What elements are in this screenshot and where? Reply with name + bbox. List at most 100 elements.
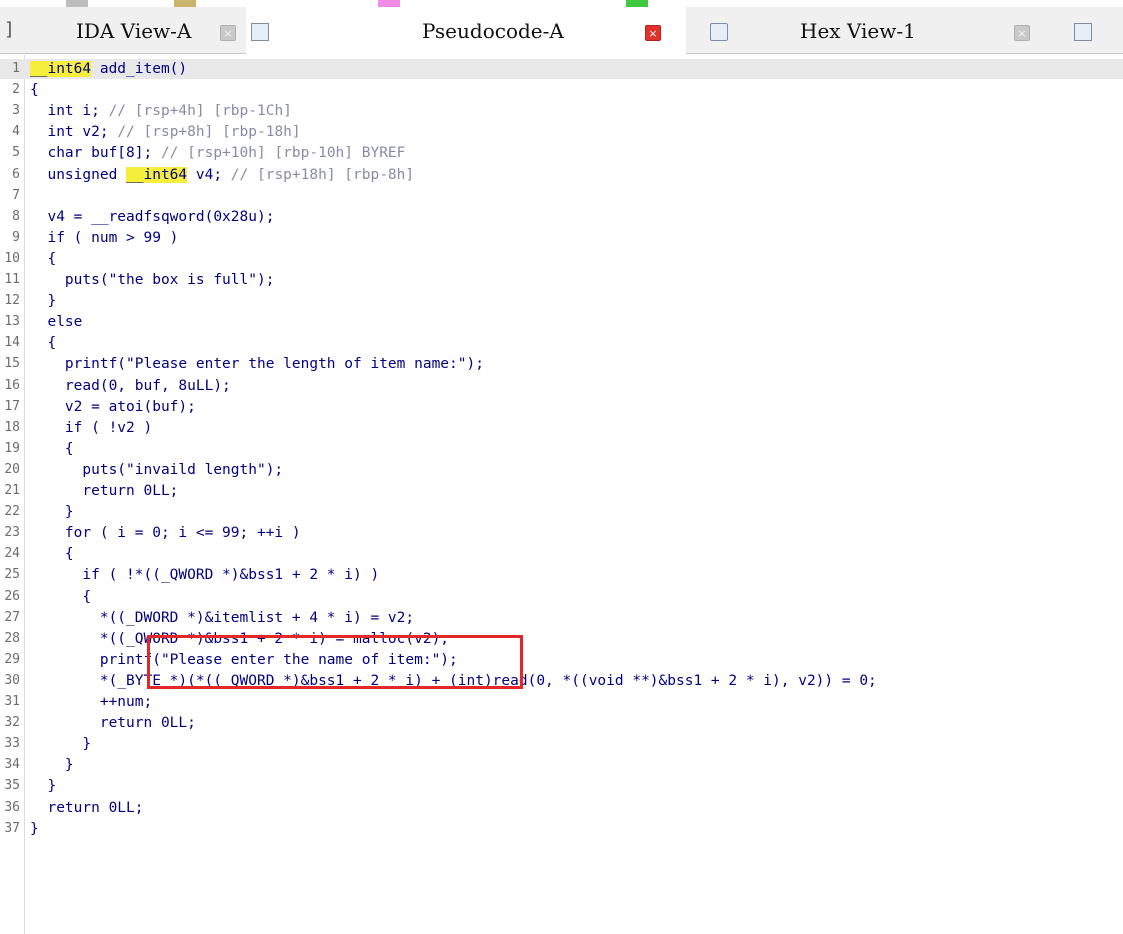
code-line[interactable]: 25 if ( !*((_QWORD *)&bss1 + 2 * i) ) <box>0 565 1123 585</box>
line-number: 22 <box>4 504 20 520</box>
line-number: 12 <box>4 293 20 309</box>
toolbar-swatch-pink <box>378 0 400 7</box>
tab-hex-view[interactable]: Hex View-1 × <box>700 7 1123 54</box>
tab-label: Pseudocode-A <box>422 19 564 43</box>
line-number: 29 <box>4 651 20 667</box>
code-line[interactable]: 11 puts("the box is full"); <box>0 270 1123 290</box>
line-number: 3 <box>12 103 20 119</box>
code-text: } <box>30 504 74 521</box>
code-line[interactable]: 26 { <box>0 587 1123 607</box>
code-text: if ( num > 99 ) <box>30 229 179 246</box>
code-line[interactable]: 4 int v2; // [rsp+8h] [rbp-18h] <box>0 122 1123 142</box>
line-number: 31 <box>4 694 20 709</box>
line-number: 26 <box>4 588 20 604</box>
code-line[interactable]: 33 } <box>0 734 1123 754</box>
line-number: 13 <box>4 314 20 330</box>
pseudocode-icon <box>251 23 269 41</box>
code-text: { <box>30 250 57 267</box>
line-number: 27 <box>4 609 20 625</box>
line-number: 2 <box>12 82 20 98</box>
line-number: 8 <box>12 208 20 224</box>
line-number: 16 <box>4 377 20 393</box>
code-line[interactable]: 3 int i; // [rsp+4h] [rbp-1Ch] <box>0 101 1123 121</box>
code-text: char buf[8]; // [rsp+10h] [rbp-10h] BYRE… <box>30 145 406 162</box>
code-line[interactable]: 19 { <box>0 439 1123 459</box>
close-icon[interactable]: × <box>220 25 236 41</box>
tab-label: Hex View-1 <box>800 19 916 43</box>
code-line[interactable]: 9 if ( num > 99 ) <box>0 228 1123 248</box>
code-text: *((_DWORD *)&itemlist + 4 * i) = v2; <box>30 609 415 626</box>
line-number: 18 <box>4 419 20 435</box>
code-text: read(0, buf, 8uLL); <box>30 377 231 394</box>
code-line[interactable]: 27 *((_DWORD *)&itemlist + 4 * i) = v2; <box>0 608 1123 628</box>
code-line[interactable]: 22 } <box>0 502 1123 522</box>
close-icon[interactable]: × <box>645 25 661 41</box>
code-line[interactable]: 7 <box>0 186 1123 206</box>
code-line[interactable]: 10 { <box>0 249 1123 269</box>
code-text: else <box>30 314 83 331</box>
code-text: { <box>30 546 74 563</box>
code-text: puts("the box is full"); <box>30 272 275 288</box>
code-line[interactable]: 2{ <box>0 80 1123 100</box>
pseudocode-pane[interactable]: 1 __int64 add_item() 2{3 int i; // [rsp+4h… <box>0 55 1123 934</box>
code-text: } <box>30 293 57 310</box>
code-line[interactable]: 32 return 0LL; <box>0 713 1123 733</box>
code-line[interactable]: 20 puts("invaild length"); <box>0 460 1123 480</box>
code-line[interactable]: 12 } <box>0 291 1123 311</box>
code-text: return 0LL; <box>30 483 179 499</box>
code-line[interactable]: 8 v4 = __readfsqword(0x28u); <box>0 207 1123 227</box>
code-line[interactable]: 23 for ( i = 0; i <= 99; ++i ) <box>0 523 1123 543</box>
code-line[interactable]: 31 ++num; <box>0 692 1123 712</box>
line-number: 1 <box>12 61 20 76</box>
code-line[interactable]: 24 { <box>0 544 1123 564</box>
toolbar-swatch-tan <box>174 0 196 7</box>
line-number: 24 <box>4 546 20 562</box>
toolbar-swatch-gray <box>66 0 88 7</box>
strings-view-icon[interactable] <box>1074 23 1092 41</box>
code-line[interactable]: 6 unsigned __int64 v4; // [rsp+18h] [rbp… <box>0 165 1123 185</box>
line-number: 36 <box>4 799 20 815</box>
code-line[interactable]: 37} <box>0 819 1123 839</box>
code-line[interactable]: 35 } <box>0 776 1123 796</box>
code-line[interactable]: 18 if ( !v2 ) <box>0 418 1123 438</box>
line-number: 20 <box>4 461 20 477</box>
code-line[interactable]: 5 char buf[8]; // [rsp+10h] [rbp-10h] BY… <box>0 143 1123 163</box>
code-text: { <box>30 82 39 99</box>
tab-bar: ] IDA View-A × Pseudocode-A × Hex View-1… <box>0 7 1123 54</box>
code-text: puts("invaild length"); <box>30 461 284 478</box>
line-number: 6 <box>12 166 20 182</box>
code-line[interactable]: 36 return 0LL; <box>0 798 1123 818</box>
code-text: ++num; <box>30 694 153 710</box>
line-number: 37 <box>4 820 20 836</box>
code-line[interactable]: 13 else <box>0 312 1123 332</box>
tab-pseudocode[interactable]: Pseudocode-A × <box>246 7 686 54</box>
line-number: 19 <box>4 440 20 456</box>
code-text: } <box>30 757 74 774</box>
toolbar-swatch-green <box>626 0 648 7</box>
line-number: 15 <box>4 356 20 372</box>
code-line[interactable]: 16 read(0, buf, 8uLL); <box>0 376 1123 396</box>
code-text: if ( !v2 ) <box>30 419 153 436</box>
code-text: int i; // [rsp+4h] [rbp-1Ch] <box>30 103 292 120</box>
line-number: 9 <box>12 229 20 245</box>
line-number: 32 <box>4 715 20 731</box>
code-line[interactable]: 1 __int64 add_item() <box>0 59 1123 79</box>
code-text: int v2; // [rsp+8h] [rbp-18h] <box>30 124 301 141</box>
toolbar-strip <box>0 0 1123 7</box>
line-number: 11 <box>4 272 20 287</box>
line-number: 23 <box>4 525 20 541</box>
tab-ida-view[interactable]: ] IDA View-A × <box>0 7 246 54</box>
line-number: 10 <box>4 250 20 266</box>
code-text: __int64 add_item() <box>30 61 188 77</box>
code-line[interactable]: 17 v2 = atoi(buf); <box>0 397 1123 417</box>
close-icon[interactable]: × <box>1014 25 1030 41</box>
code-line[interactable]: 14 { <box>0 333 1123 353</box>
annotation-highlight-box <box>147 635 523 689</box>
line-number: 17 <box>4 398 20 414</box>
line-number: 4 <box>12 124 20 140</box>
line-number: 30 <box>4 672 20 688</box>
code-line[interactable]: 34 } <box>0 755 1123 775</box>
code-text: } <box>30 820 39 837</box>
code-line[interactable]: 15 printf("Please enter the length of it… <box>0 354 1123 374</box>
code-line[interactable]: 21 return 0LL; <box>0 481 1123 501</box>
